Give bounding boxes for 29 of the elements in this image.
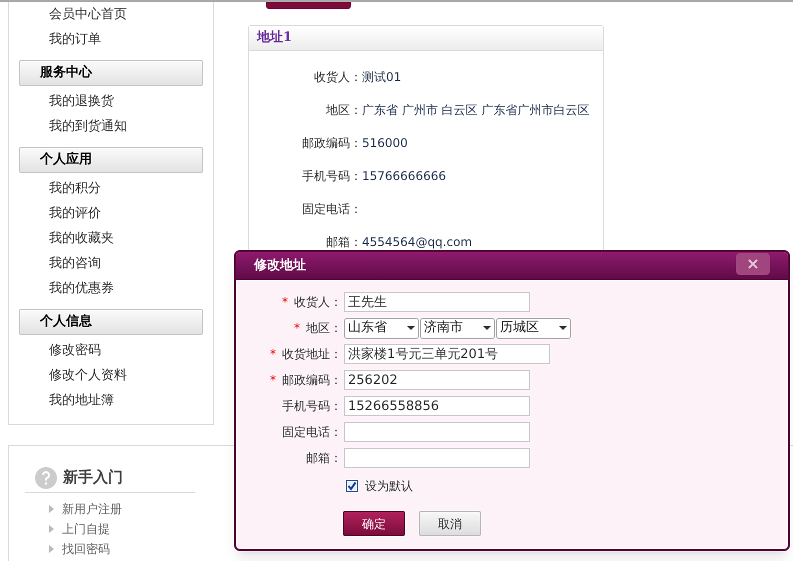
field-label: 手机号码： (282, 398, 342, 415)
sidebar-section-header: 个人信息 (19, 309, 203, 335)
field-label: 邮箱： (306, 450, 342, 467)
field-label: 收货人： (313, 69, 362, 86)
field-value: 广东省 广州市 白云区 广东省广州市白云区 (362, 102, 590, 119)
field-label: 手机号码： (301, 168, 362, 185)
field-label: 收货地址： (282, 346, 342, 363)
field-label: 地区： (306, 320, 342, 337)
sidebar-section-header: 个人应用 (19, 147, 203, 173)
required-mark: * (294, 320, 300, 337)
field-label: 邮政编码： (301, 135, 362, 152)
checkbox-label: 设为默认 (365, 478, 413, 495)
field-label: 收货人： (294, 294, 342, 311)
field-label: 固定电话： (301, 201, 362, 218)
section-title: 新手入门 (63, 467, 123, 488)
field-value: 测试01 (362, 69, 402, 86)
required-mark: * (270, 372, 276, 389)
field-label: 固定电话： (282, 424, 342, 441)
field-value: 15766666666 (362, 168, 447, 185)
field-label: 邮政编码： (282, 372, 342, 389)
field-label: 地区： (325, 102, 362, 119)
card-title: 地址1 (257, 29, 292, 48)
field-value: 4554564@qq.com (362, 234, 474, 251)
field-label: 邮箱： (325, 234, 362, 251)
required-mark: * (270, 346, 276, 363)
dialog-title: 修改地址 (254, 257, 306, 276)
required-mark: * (282, 294, 288, 311)
field-value: 516000 (362, 135, 409, 152)
sidebar-section-header: 服务中心 (19, 60, 203, 86)
